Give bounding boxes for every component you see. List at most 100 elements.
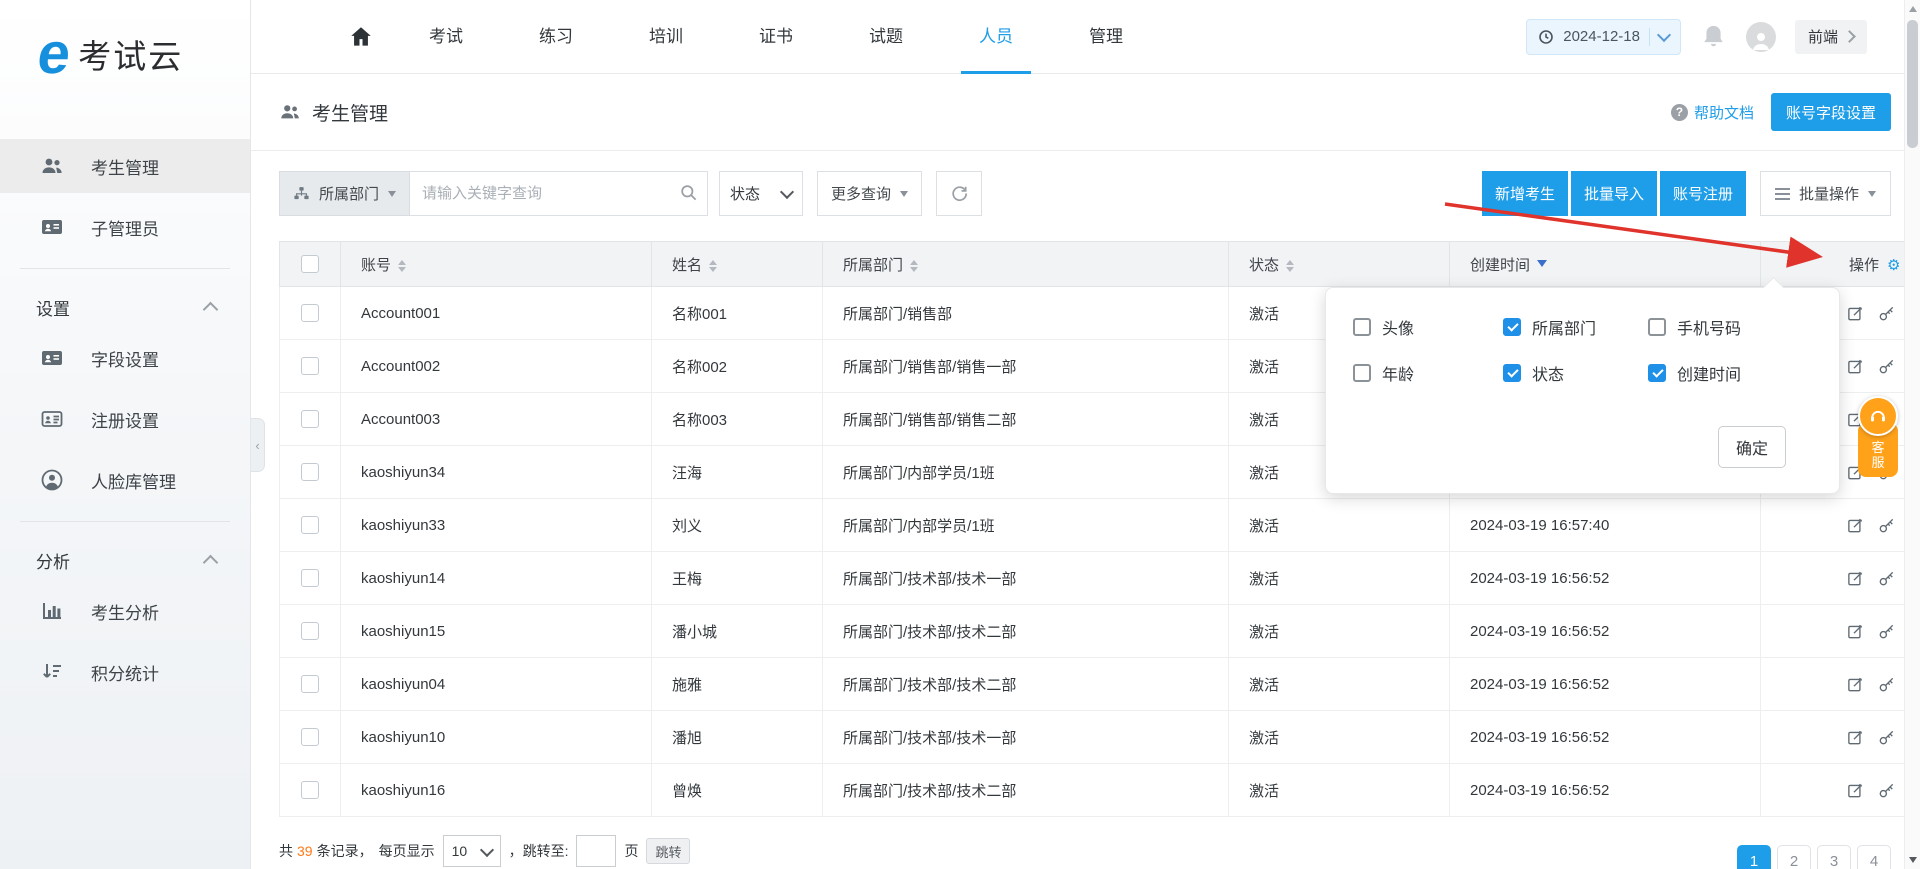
- column-option[interactable]: 年龄: [1353, 361, 1503, 385]
- cell-account: Account001: [340, 286, 652, 340]
- key-icon[interactable]: [1878, 358, 1895, 375]
- sidebar-item-candidate-analysis[interactable]: 考生分析: [0, 584, 250, 638]
- batch-operations-button[interactable]: 批量操作: [1759, 171, 1891, 216]
- table-row: kaoshiyun10 潘旭 所属部门/技术部/技术一部 激活 2024-03-…: [279, 710, 1920, 764]
- bell-icon[interactable]: [1700, 23, 1727, 50]
- option-checkbox[interactable]: [1353, 364, 1371, 382]
- column-option[interactable]: 头像: [1353, 315, 1503, 339]
- edit-icon[interactable]: [1847, 517, 1864, 534]
- gear-icon: ⚙: [1887, 256, 1901, 274]
- column-header-created[interactable]: 创建时间: [1449, 241, 1761, 287]
- per-page-select[interactable]: 10: [442, 835, 501, 867]
- nav-item-exam[interactable]: 考试: [391, 0, 501, 74]
- avatar[interactable]: [1745, 21, 1776, 52]
- status-select[interactable]: 状态: [719, 171, 804, 216]
- row-checkbox[interactable]: [301, 728, 319, 747]
- nav-home[interactable]: [331, 0, 391, 74]
- key-icon[interactable]: [1878, 570, 1895, 587]
- help-doc-link[interactable]: ? 帮助文档: [1670, 102, 1754, 123]
- scroll-down-icon[interactable]: [1909, 857, 1917, 863]
- key-icon[interactable]: [1878, 782, 1895, 799]
- account-register-button[interactable]: 账号注册: [1659, 171, 1746, 216]
- sidebar-item-sub-admin[interactable]: 子管理员: [0, 200, 250, 254]
- option-checkbox[interactable]: [1648, 364, 1666, 382]
- add-candidate-button[interactable]: 新增考生: [1481, 171, 1568, 216]
- column-option[interactable]: 手机号码: [1648, 315, 1818, 339]
- goto-frontend-button[interactable]: 前端: [1794, 19, 1867, 54]
- edit-icon[interactable]: [1847, 358, 1864, 375]
- key-icon[interactable]: [1878, 729, 1895, 746]
- sidebar-item-candidate-management[interactable]: 考生管理: [0, 139, 250, 193]
- scroll-up-icon[interactable]: [1909, 6, 1917, 12]
- option-checkbox[interactable]: [1648, 318, 1666, 336]
- nav-item-questions[interactable]: 试题: [831, 0, 941, 74]
- sidebar-group-settings[interactable]: 设置: [0, 283, 250, 331]
- sidebar-item-points-statistics[interactable]: 积分统计: [0, 645, 250, 699]
- row-checkbox[interactable]: [301, 463, 319, 482]
- option-checkbox[interactable]: [1503, 364, 1521, 382]
- row-checkbox[interactable]: [301, 410, 319, 429]
- edit-icon[interactable]: [1847, 623, 1864, 640]
- cell-dept: 所属部门/技术部/技术二部: [822, 657, 1229, 711]
- cell-dept: 所属部门/销售部/销售一部: [822, 339, 1229, 393]
- customer-service-widget[interactable]: 客服: [1856, 396, 1900, 477]
- row-checkbox[interactable]: [301, 304, 319, 323]
- page-button-2[interactable]: 2: [1777, 845, 1811, 869]
- sidebar-item-field-settings[interactable]: 字段设置: [0, 331, 250, 385]
- more-filters-button[interactable]: 更多查询: [817, 171, 923, 216]
- column-header-account[interactable]: 账号: [340, 241, 652, 287]
- page-unit-label: 页: [624, 843, 639, 859]
- column-option[interactable]: 创建时间: [1648, 361, 1818, 385]
- row-checkbox[interactable]: [301, 622, 319, 641]
- account-field-settings-button[interactable]: 账号字段设置: [1770, 93, 1891, 131]
- sidebar-item-face-library[interactable]: 人脸库管理: [0, 453, 250, 507]
- page-button-1[interactable]: 1: [1737, 845, 1771, 869]
- department-filter-button[interactable]: 所属部门: [279, 171, 411, 216]
- nav-item-practice[interactable]: 练习: [501, 0, 611, 74]
- row-checkbox[interactable]: [301, 569, 319, 588]
- batch-import-button[interactable]: 批量导入: [1570, 171, 1657, 216]
- nav-item-certificate[interactable]: 证书: [721, 0, 831, 74]
- option-checkbox[interactable]: [1353, 318, 1371, 336]
- edit-icon[interactable]: [1847, 676, 1864, 693]
- jump-page-input[interactable]: [576, 835, 617, 867]
- sidebar-collapse-handle[interactable]: ‹: [251, 418, 265, 472]
- search-input[interactable]: [410, 171, 709, 216]
- help-doc-label: 帮助文档: [1693, 104, 1754, 122]
- nav-item-personnel[interactable]: 人员: [941, 0, 1051, 74]
- key-icon[interactable]: [1878, 623, 1895, 640]
- sidebar-group-analysis[interactable]: 分析: [0, 536, 250, 584]
- key-icon[interactable]: [1878, 517, 1895, 534]
- option-checkbox[interactable]: [1503, 318, 1521, 336]
- page-button-4[interactable]: 4: [1857, 845, 1891, 869]
- row-checkbox[interactable]: [301, 516, 319, 535]
- scrollbar-thumb[interactable]: [1907, 20, 1918, 148]
- column-header-name[interactable]: 姓名: [651, 241, 823, 287]
- column-header-department[interactable]: 所属部门: [822, 241, 1229, 287]
- row-checkbox[interactable]: [301, 781, 319, 800]
- page-button-3[interactable]: 3: [1817, 845, 1851, 869]
- nav-item-training[interactable]: 培训: [611, 0, 721, 74]
- edit-icon[interactable]: [1847, 570, 1864, 587]
- column-header-status[interactable]: 状态: [1228, 241, 1450, 287]
- edit-icon[interactable]: [1847, 305, 1864, 322]
- select-all-checkbox[interactable]: [301, 255, 319, 274]
- window-scrollbar[interactable]: [1904, 0, 1920, 869]
- column-option[interactable]: 所属部门: [1503, 315, 1648, 339]
- jump-button[interactable]: 跳转: [646, 838, 691, 864]
- date-selector[interactable]: 2024-12-18: [1526, 18, 1681, 55]
- search-icon[interactable]: [679, 183, 698, 202]
- key-icon[interactable]: [1878, 305, 1895, 322]
- sidebar-item-registration-settings[interactable]: 注册设置: [0, 392, 250, 446]
- row-checkbox[interactable]: [301, 357, 319, 376]
- row-checkbox[interactable]: [301, 675, 319, 694]
- edit-icon[interactable]: [1847, 729, 1864, 746]
- key-icon[interactable]: [1878, 676, 1895, 693]
- refresh-button[interactable]: [936, 171, 983, 216]
- sidebar-item-label: 字段设置: [91, 350, 159, 370]
- nav-item-management[interactable]: 管理: [1051, 0, 1161, 74]
- column-option[interactable]: 状态: [1503, 361, 1648, 385]
- confirm-button[interactable]: 确定: [1718, 426, 1786, 468]
- edit-icon[interactable]: [1847, 782, 1864, 799]
- cell-account: kaoshiyun16: [340, 763, 652, 817]
